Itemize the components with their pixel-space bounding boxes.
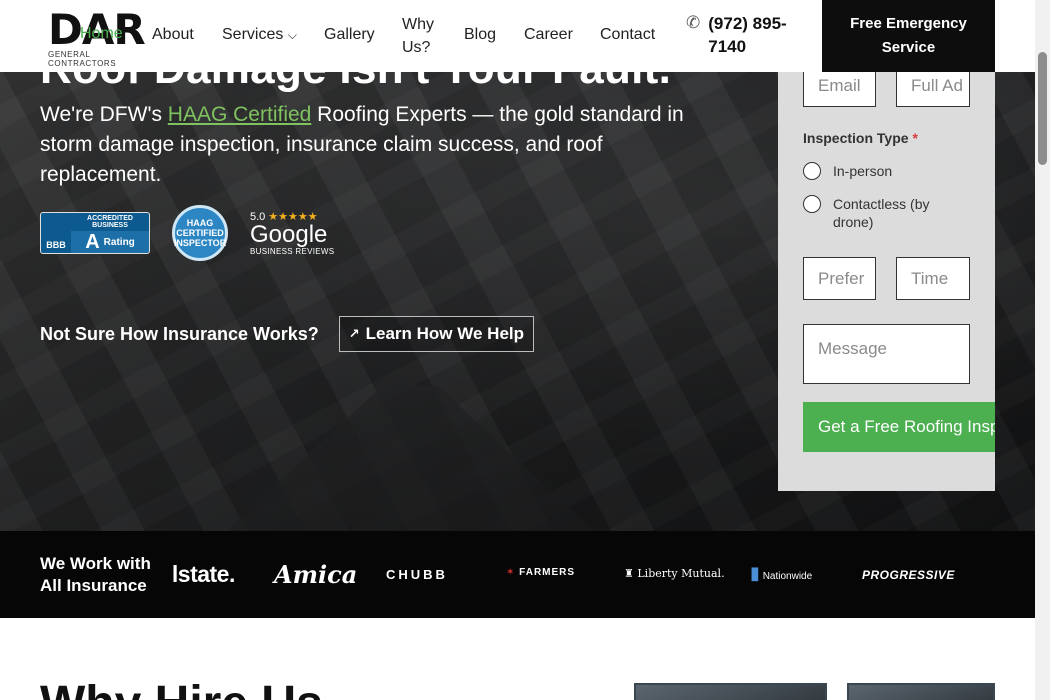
radio-label-line2: drone) [833, 214, 874, 230]
nationwide-text: Nationwide [762, 571, 813, 582]
amica-logo: Amica [274, 560, 358, 589]
page-scrollbar[interactable] [1035, 0, 1050, 700]
farmers-emblem-icon: ✶ [506, 567, 516, 578]
scrollbar-thumb[interactable] [1038, 52, 1047, 165]
emergency-label: Free Emergency Service [850, 12, 967, 60]
inspection-form: Email Full Ad Inspection Type * In-perso… [778, 0, 995, 491]
roof-background-image [130, 386, 690, 531]
nav-services-label: Services [222, 26, 284, 43]
insurance-strip: We Work with All Insurance llstate. Amic… [0, 531, 1035, 618]
allstate-logo: llstate. [172, 561, 235, 587]
google-reviews-badge: 5.0 ★★★★★ Google BUSINESS REVIEWS [250, 210, 334, 256]
liberty-text: Liberty Mutual. [637, 567, 725, 580]
chevron-down-icon: ⌵ [287, 28, 297, 42]
radio-in-person[interactable]: In-person [803, 162, 892, 180]
nav-home[interactable]: Home [80, 25, 123, 43]
nav-gallery[interactable]: Gallery [324, 26, 375, 44]
chubb-logo: CHUBB [386, 567, 448, 582]
nav-why-us-line1: Why [402, 16, 434, 33]
nav-contact[interactable]: Contact [600, 26, 655, 44]
time-field[interactable]: Time [896, 257, 970, 300]
bbb-accredited-text: ACCREDITED BUSINESS [71, 213, 149, 231]
email-placeholder: Email [818, 75, 861, 95]
bbb-grade: A [85, 231, 100, 253]
required-mark: * [912, 130, 918, 146]
submit-label: Get a Free Roofing Inspection [818, 417, 995, 436]
insurance-help-row: Not Sure How Insurance Works? ↗ Learn Ho… [40, 316, 535, 352]
strip-title-line2: All Insurance [40, 576, 147, 595]
insurance-strip-title: We Work with All Insurance [40, 553, 151, 597]
nav-about[interactable]: About [152, 26, 194, 44]
preferred-date-field[interactable]: Prefer [803, 257, 876, 300]
haag-certified-badge: HAAG CERTIFIED INSPECTOR [172, 205, 228, 261]
radio-label: In-person [833, 163, 893, 179]
nav-why-us-line2: Us? [402, 39, 431, 56]
google-reviews-label: BUSINESS REVIEWS [250, 247, 335, 256]
phone-icon: ✆ [686, 13, 701, 32]
learn-button-label: Learn How We Help [365, 324, 525, 343]
free-emergency-service-button[interactable]: Free Emergency Service [822, 0, 995, 72]
subtitle-text: We're DFW's [40, 103, 168, 126]
message-textarea[interactable]: Message [803, 324, 970, 384]
trust-badges: BBB ACCREDITED BUSINESS A Rating HAAG CE… [40, 205, 334, 261]
progressive-logo: PROGRESSIVE [862, 568, 955, 582]
insurance-question: Not Sure How Insurance Works? [40, 323, 319, 344]
radio-label: Contactless (by drone) [833, 195, 929, 231]
bbb-seal-icon: BBB [41, 213, 71, 253]
message-placeholder: Message [818, 339, 887, 358]
why-hire-us-title: Why Hire Us [40, 676, 323, 700]
nav-blog[interactable]: Blog [464, 26, 496, 44]
date-placeholder: Prefer [818, 268, 865, 288]
get-free-inspection-button[interactable]: Get a Free Roofing Inspection [803, 402, 995, 452]
hero-subtitle: We're DFW's HAAG Certified Roofing Exper… [40, 100, 720, 190]
emergency-line2: Service [881, 39, 936, 56]
project-photo [847, 683, 995, 700]
insurance-logo-carousel: llstate. Amica CHUBB ✶ FARMERS ♜ Liberty… [172, 531, 995, 618]
emergency-line1: Free Emergency [850, 15, 967, 32]
nationwide-eagle-icon: ▮ [750, 563, 760, 583]
nationwide-logo: ▮ Nationwide [750, 563, 812, 584]
statue-of-liberty-icon: ♜ [624, 567, 634, 580]
inspection-type-label: Inspection Type * [803, 130, 918, 146]
phone-link[interactable]: ✆ (972) 895-7140 [686, 12, 798, 58]
nav-why-us[interactable]: Why Us? [402, 13, 434, 59]
farmers-logo: ✶ FARMERS [506, 567, 575, 578]
project-photo [634, 683, 827, 700]
site-header: DAR GENERAL CONTRACTORS Home About Servi… [0, 0, 1035, 72]
haag-certified-link[interactable]: HAAG Certified [168, 103, 312, 126]
farmers-text: FARMERS [519, 567, 576, 578]
strip-title-line1: We Work with [40, 554, 151, 573]
radio-label-line1: Contactless (by [833, 196, 930, 212]
radio-button[interactable] [803, 162, 821, 180]
learn-how-we-help-button[interactable]: ↗ Learn How We Help [338, 316, 535, 352]
bbb-badge: BBB ACCREDITED BUSINESS A Rating [40, 212, 150, 254]
haag-badge-text: HAAG CERTIFIED INSPECTOR [173, 218, 227, 248]
arrow-up-right-icon: ↗ [348, 326, 360, 341]
phone-number: (972) 895-7140 [708, 14, 787, 56]
inspection-type-text: Inspection Type [803, 130, 909, 146]
nav-career[interactable]: Career [524, 26, 573, 44]
time-placeholder: Time [911, 268, 949, 288]
google-logo: Google [250, 221, 328, 248]
nav-services[interactable]: Services ⌵ [222, 26, 297, 44]
radio-button[interactable] [803, 195, 821, 213]
liberty-mutual-logo: ♜ Liberty Mutual. [624, 567, 725, 580]
address-placeholder: Full Ad [911, 75, 963, 95]
radio-contactless[interactable]: Contactless (by drone) [803, 195, 929, 231]
bbb-rating-label: Rating [103, 237, 135, 248]
